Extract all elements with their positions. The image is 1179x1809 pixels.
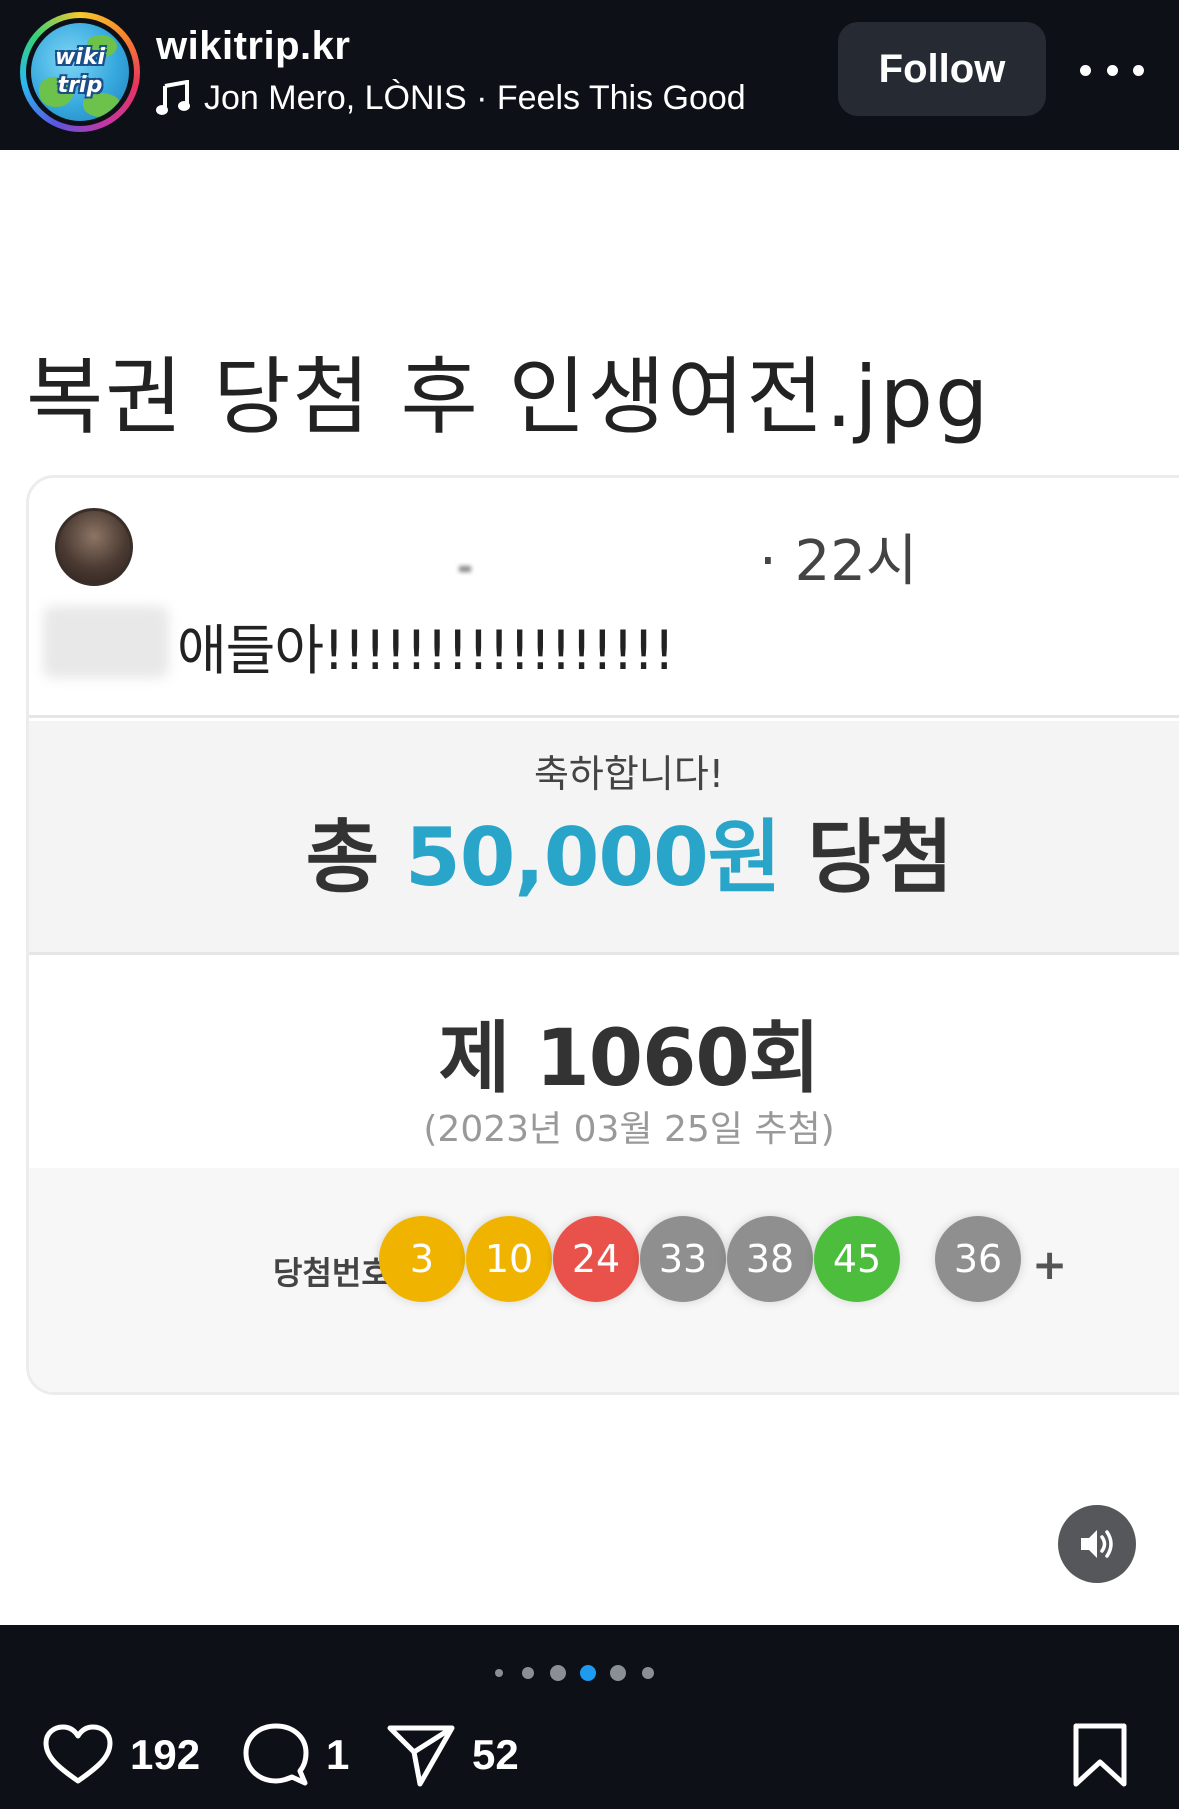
more-dot <box>1106 64 1118 76</box>
carousel-dot <box>610 1665 626 1681</box>
card-post-section: · 22시 애들아!!!!!!!!!!!!!!!!! <box>29 478 1179 718</box>
follow-button[interactable]: Follow <box>838 22 1046 116</box>
speaker-icon <box>1081 1530 1113 1558</box>
lotto-ball: 38 <box>727 1216 813 1302</box>
carousel-dot-active <box>580 1665 596 1681</box>
prize-amount: 50,000원 <box>405 811 781 904</box>
music-note-icon <box>156 80 190 115</box>
post-message: 애들아!!!!!!!!!!!!!!!!! <box>177 619 675 682</box>
more-options-icon[interactable] <box>1080 48 1144 92</box>
carousel-dot <box>642 1667 654 1679</box>
send-icon <box>387 1725 455 1787</box>
post-actions-bar: 192 1 52 <box>0 1625 1179 1809</box>
prize-line: 총 50,000원 당첨 <box>305 793 954 909</box>
post-media[interactable]: 복권 당첨 후 인생여전.jpg · 22시 애들아!!!!!!!!!!!!!!… <box>0 150 1179 1625</box>
carousel-dot <box>550 1665 566 1681</box>
save-button[interactable] <box>1070 1720 1130 1790</box>
post-header: wiki trip wikitrip.kr Jon Mero, LÒNIS · … <box>0 0 1179 150</box>
lottery-result-card: · 22시 애들아!!!!!!!!!!!!!!!!! 축하합니다! 총 50,0… <box>26 475 1179 1395</box>
congrats-text: 축하합니다! <box>533 752 725 796</box>
bonus-plus-sign: + <box>1032 1240 1068 1289</box>
comment-icon <box>243 1723 309 1786</box>
avatar-border: wiki trip <box>26 18 134 126</box>
blurred-username <box>43 606 169 678</box>
carousel-dot <box>522 1667 534 1679</box>
post-time: · 22시 <box>759 529 918 594</box>
carousel-dot <box>495 1669 503 1677</box>
lotto-ball: 45 <box>814 1216 900 1302</box>
sound-toggle-button[interactable] <box>1058 1505 1136 1583</box>
lotto-ball: 33 <box>640 1216 726 1302</box>
share-count: 52 <box>472 1731 519 1778</box>
like-button[interactable]: 192 <box>42 1720 200 1790</box>
prize-section: 축하합니다! 총 50,000원 당첨 <box>29 721 1179 955</box>
comment-button[interactable]: 1 <box>242 1720 349 1790</box>
prize-suffix: 당첨 <box>780 811 953 904</box>
globe-icon: wiki trip <box>31 23 129 121</box>
prize-prefix: 총 <box>305 811 406 904</box>
post-image-title: 복권 당첨 후 인생여전.jpg <box>26 348 991 446</box>
music-attribution[interactable]: Jon Mero, LÒNIS · Feels This Good <box>156 78 746 118</box>
account-avatar[interactable]: wiki trip <box>20 12 140 132</box>
bookmark-icon <box>1073 1723 1127 1787</box>
winning-numbers-section: 당첨번호 3 10 24 33 38 45 + 36 <box>29 1168 1179 1392</box>
winning-numbers-label: 당첨번호 <box>273 1254 391 1292</box>
draw-date: (2023년 03월 25일 추첨) <box>423 1109 835 1150</box>
more-dot <box>1133 64 1144 76</box>
music-track-label: Jon Mero, LÒNIS · Feels This Good <box>204 78 746 117</box>
bonus-ball: 36 <box>935 1216 1021 1302</box>
lotto-ball: 3 <box>379 1216 465 1302</box>
heart-icon <box>43 1724 113 1784</box>
round-number: 제 1060회 <box>438 1014 821 1104</box>
more-dot <box>1080 64 1091 76</box>
lotto-ball: 24 <box>553 1216 639 1302</box>
poster-avatar <box>55 508 133 586</box>
avatar-logo-text-top: wiki <box>54 45 106 70</box>
round-section: 제 1060회 (2023년 03월 25일 추첨) <box>29 958 1179 1168</box>
blurred-name <box>459 566 471 572</box>
account-name[interactable]: wikitrip.kr <box>156 24 350 69</box>
comment-count: 1 <box>326 1731 350 1778</box>
lotto-ball: 10 <box>466 1216 552 1302</box>
carousel-indicator <box>0 1663 1179 1683</box>
like-count: 192 <box>130 1731 201 1778</box>
avatar-logo-text-bottom: trip <box>57 73 103 98</box>
share-button[interactable]: 52 <box>386 1720 519 1790</box>
